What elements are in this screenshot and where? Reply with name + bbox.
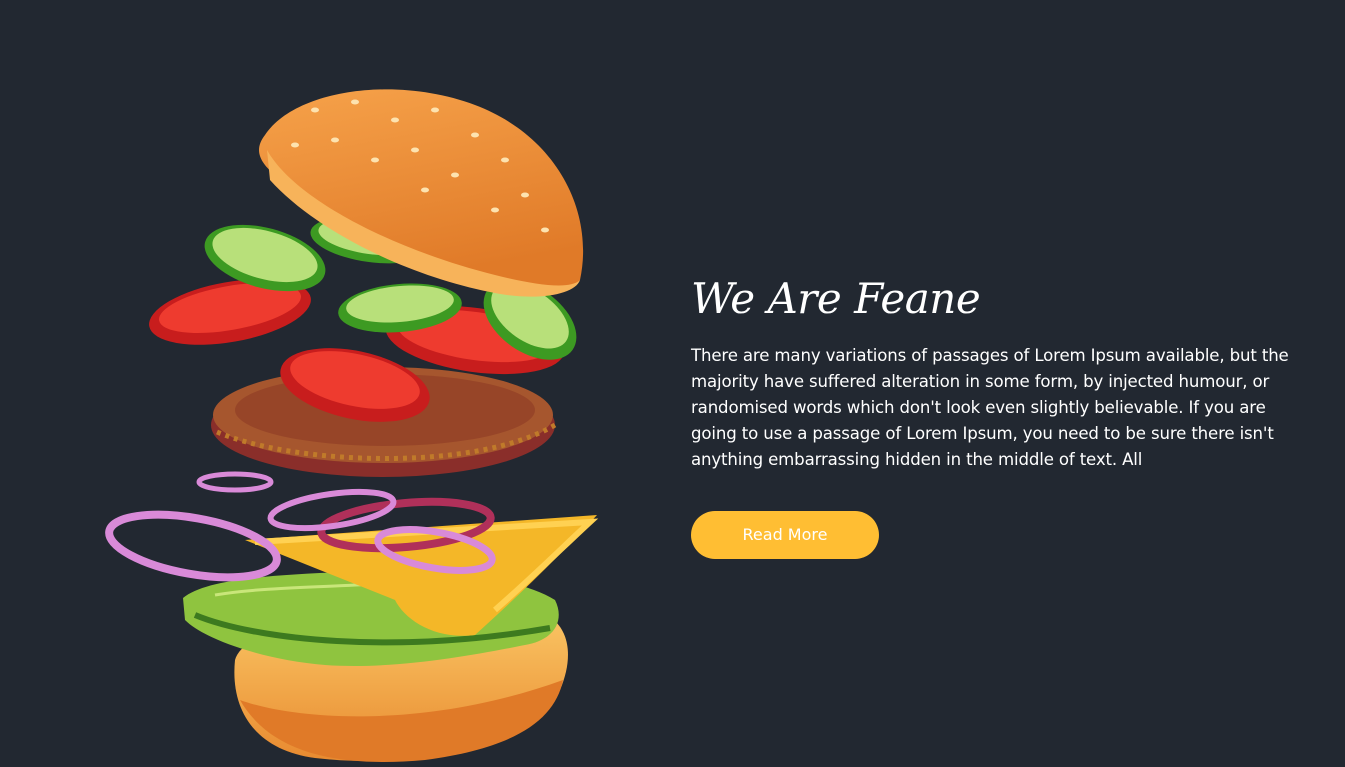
about-section: We Are Feane There are many variations o… bbox=[0, 0, 1345, 767]
burger-image bbox=[95, 80, 615, 767]
onion-rings bbox=[105, 471, 496, 582]
about-detail-box: We Are Feane There are many variations o… bbox=[691, 274, 1301, 560]
read-more-button[interactable]: Read More bbox=[691, 511, 879, 560]
section-description: There are many variations of passages of… bbox=[691, 346, 1289, 470]
section-heading: We Are Feane bbox=[691, 274, 981, 323]
